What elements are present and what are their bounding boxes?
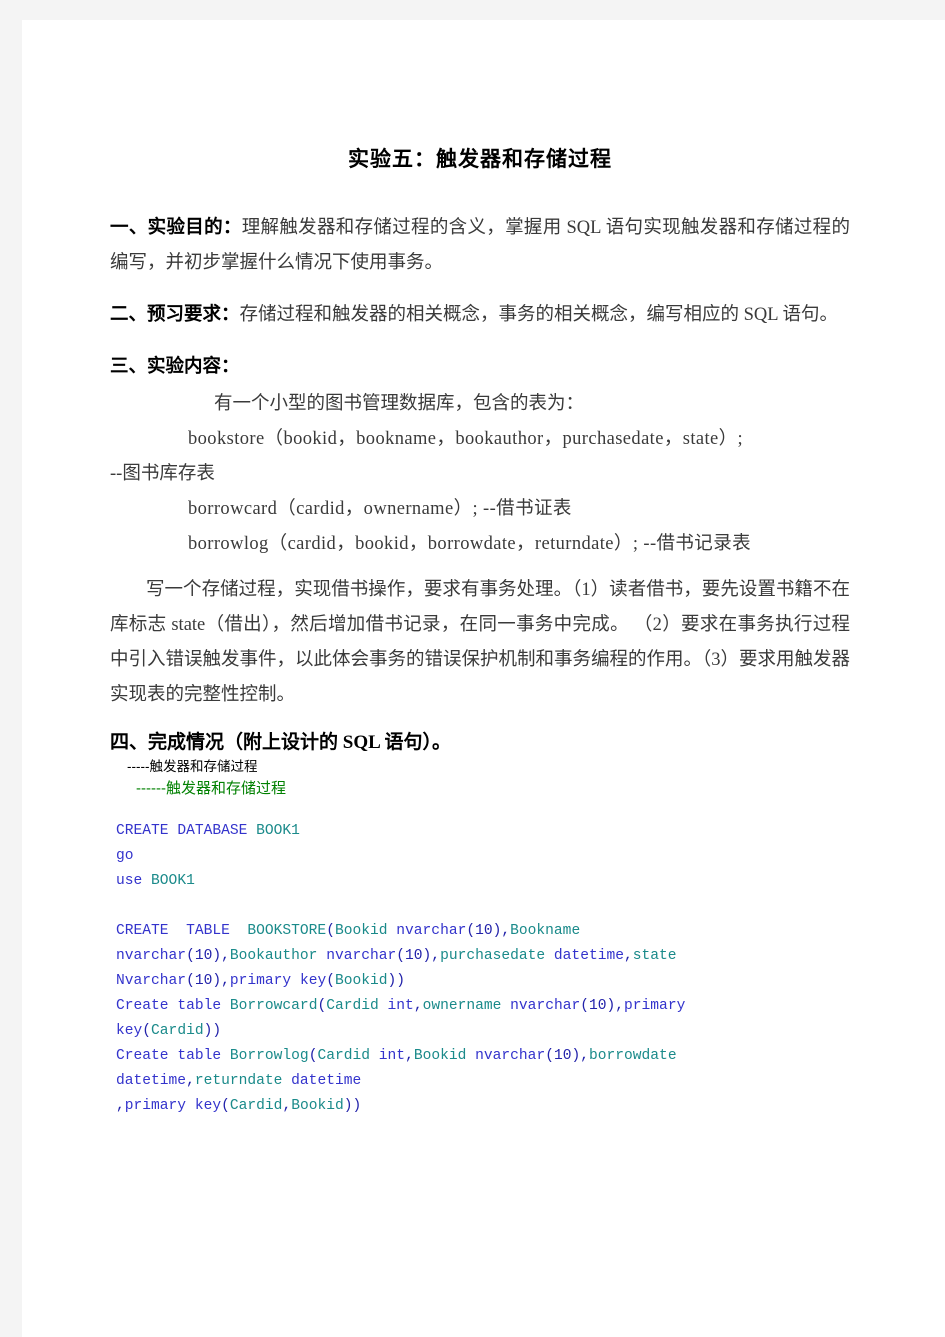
sql-code-lines: CREATE DATABASE BOOK1 go use BOOK1 CREATE T…: [116, 819, 850, 1119]
sql-code-line: CREATE DATABASE BOOK1: [116, 823, 300, 839]
section-preparation-label: 二、预习要求：: [110, 305, 240, 325]
sql-code-line: Create table Borrowcard(Cardid int,owner…: [116, 998, 686, 1014]
sql-code-line: datetime,returndate datetime: [116, 1073, 362, 1089]
content-line-bookstore-comment: --图书库存表: [110, 464, 215, 484]
sql-code-line: Nvarchar(10),primary key(Bookid)): [116, 973, 406, 989]
sql-code-line: key(Cardid)): [116, 1023, 222, 1039]
sql-code-block: CREATE DATABASE BOOK1 go use BOOK1 CREATE T…: [110, 819, 850, 1119]
sql-comment-green: ------触发器和存储过程: [136, 780, 286, 797]
content-line-bookstore: bookstore（bookid，bookname，bookauthor，pur…: [188, 429, 744, 449]
sql-code-line: nvarchar(10),Bookauthor nvarchar(10),pur…: [116, 948, 677, 964]
section-preparation-text: 存储过程和触发器的相关概念，事务的相关概念，编写相应的 SQL 语句。: [239, 305, 839, 325]
document-page: 实验五：触发器和存储过程 一、实验目的：理解触发器和存储过程的含义，掌握用 SQ…: [22, 20, 945, 1337]
requirement-paragraph: 写一个存储过程，实现借书操作，要求有事务处理。（1）读者借书，要先设置书籍不在库…: [110, 580, 851, 705]
sql-code-line: Create table Borrowlog(Cardid int,Bookid…: [116, 1048, 677, 1064]
content-line-borrowcard: borrowcard（cardid，ownername）; --借书证表: [188, 499, 572, 519]
sql-code-line: [116, 894, 850, 919]
section-content-heading: 三、实验内容：: [110, 357, 240, 377]
sql-code-line: go: [116, 848, 134, 864]
section-completion-heading: 四、完成情况（附上设计的 SQL 语句）。: [110, 732, 451, 753]
section-purpose-label: 一、实验目的：: [110, 218, 242, 238]
section-purpose: 一、实验目的：理解触发器和存储过程的含义，掌握用 SQL 语句实现触发器和存储过…: [110, 211, 850, 281]
sql-comment-plain: -----触发器和存储过程: [127, 759, 258, 774]
sql-code-line: CREATE TABLE BOOKSTORE(Bookid nvarchar(1…: [116, 923, 581, 939]
content-line-borrowlog: borrowlog（cardid，bookid，borrowdate，retur…: [188, 534, 751, 554]
sql-code-line: ,primary key(Cardid,Bookid)): [116, 1098, 362, 1114]
content-line-intro: 有一个小型的图书管理数据库，包含的表为：: [214, 394, 585, 414]
document-content: 实验五：触发器和存储过程 一、实验目的：理解触发器和存储过程的含义，掌握用 SQ…: [110, 143, 850, 1119]
page-title: 实验五：触发器和存储过程: [348, 148, 612, 171]
sql-code-line: use BOOK1: [116, 873, 195, 889]
section-preparation: 二、预习要求：存储过程和触发器的相关概念，事务的相关概念，编写相应的 SQL 语…: [110, 298, 850, 333]
